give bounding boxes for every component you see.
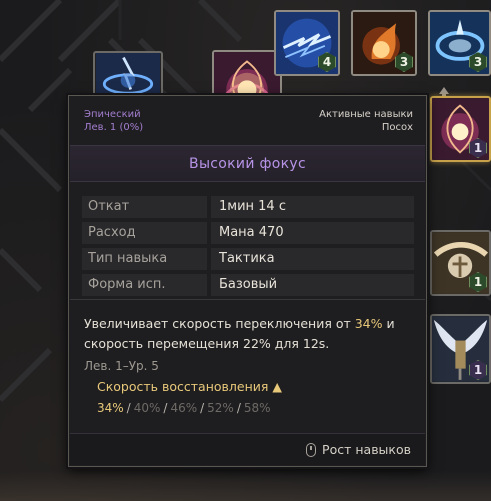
stat-row-skill-type: Тип навыка Тактика [82,248,414,270]
divider [70,299,425,300]
skill-slot-holy-cross[interactable]: 1 [430,230,491,296]
description-highlight: 34% [354,316,383,331]
description-text: Увеличивает скорость переключения от [84,316,355,331]
cooldown-value: 46% [170,401,198,415]
skill-tooltip: Эпический Лев. 1 (0%) Активные навыки По… [68,95,427,467]
skill-slot-left[interactable] [93,51,163,97]
stat-value: 1мин 14 с [211,196,414,218]
stat-value: Мана 470 [211,222,414,244]
skill-type-block: Активные навыки Посох [319,108,413,134]
cooldown-values: 34%/40%/46%/52%/58% [97,401,271,415]
stat-row-use-form: Форма исп. Базовый [82,274,414,296]
skill-description: Увеличивает скорость переключения от 34%… [84,314,419,354]
cooldown-value: 52% [207,401,234,415]
skill-title: Высокий фокус [189,155,306,172]
skill-weapon: Посох [381,122,413,133]
mouse-icon [306,442,317,457]
cooldown-value-current: 34% [97,401,124,415]
title-bar: Высокий фокус [70,145,425,182]
skill-category: Активные навыки [319,109,413,120]
stat-label: Расход [82,222,207,244]
stat-value: Базовый [211,274,414,296]
tooltip-footer: Рост навыков [70,433,425,465]
skill-slot-high-focus-selected[interactable]: 1 [430,96,491,162]
level-range: Лев. 1–Ур. 5 [84,359,159,373]
stat-value: Тактика [211,248,414,270]
cooldown-value: 40% [133,401,161,415]
blue-vortex-icon [96,53,160,95]
skill-slot-lightning[interactable]: 4 [274,10,340,76]
skill-rarity-block: Эпический Лев. 1 (0%) [84,108,143,134]
cooldown-value: 58% [243,401,271,415]
stat-label: Откат [82,196,207,218]
skill-slot-winged-guardian[interactable]: 1 [430,314,491,384]
cooldown-speed-label: Скорость восстановления ▲ [97,379,282,394]
bottom-glow [0,471,491,501]
stats-table: Откат 1мин 14 с Расход Мана 470 Тип навы… [82,196,414,300]
skill-growth-button[interactable]: Рост навыков [306,442,411,457]
stat-row-cooldown: Откат 1мин 14 с [82,196,414,218]
skill-slot-ice-vortex[interactable]: 3 [428,10,491,76]
skill-growth-label: Рост навыков [322,442,411,457]
skill-rarity: Эпический [84,109,141,120]
skill-level: Лев. 1 (0%) [84,122,144,133]
stat-label: Тип навыка [82,248,207,270]
stat-label: Форма исп. [82,274,207,296]
skill-slot-fire-fist[interactable]: 3 [351,10,417,76]
stat-row-cost: Расход Мана 470 [82,222,414,244]
